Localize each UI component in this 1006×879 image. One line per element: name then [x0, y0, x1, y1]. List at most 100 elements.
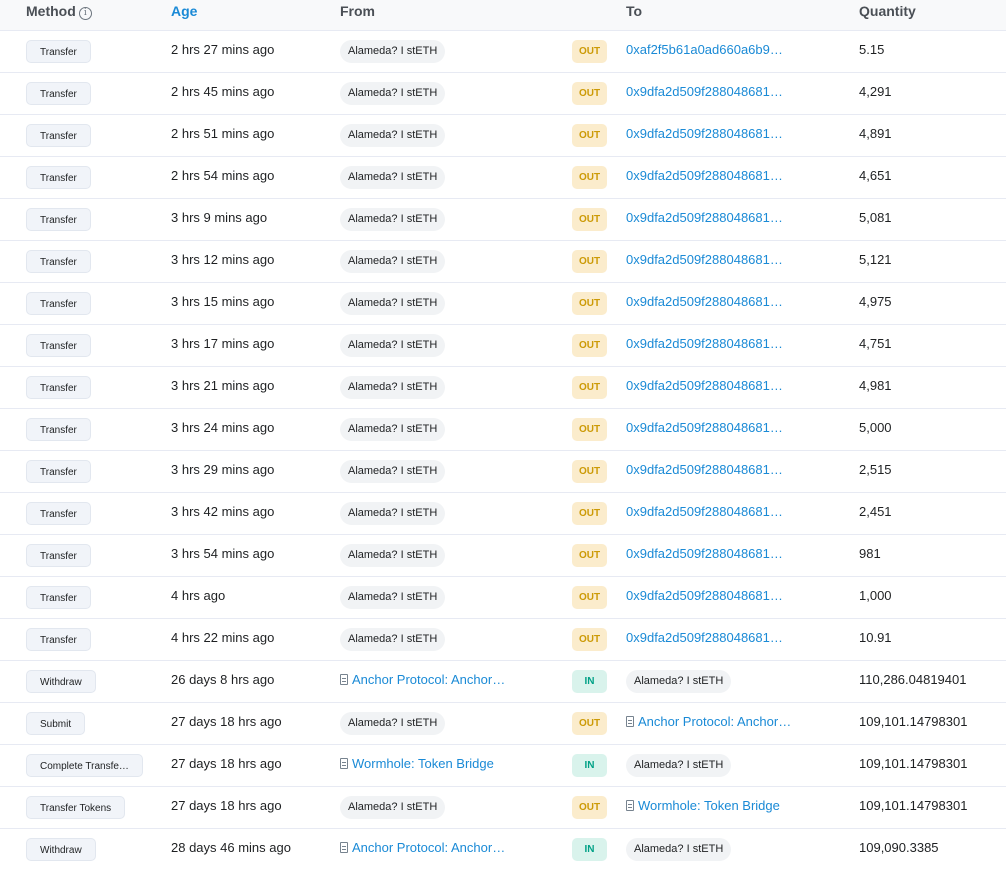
from-address-link[interactable]: Wormhole: Token Bridge	[340, 756, 494, 771]
method-badge[interactable]: Transfer	[26, 460, 91, 483]
method-badge[interactable]: Withdraw	[26, 838, 96, 861]
from-address-tag[interactable]: Alameda? I stETH	[340, 82, 446, 105]
direction-out-badge: OUT	[572, 712, 607, 735]
age-text: 3 hrs 21 mins ago	[171, 378, 275, 393]
to-address-text: 0x9dfa2d509f288048681…	[626, 630, 783, 645]
contract-file-icon	[340, 842, 348, 853]
to-address-link[interactable]: 0x9dfa2d509f288048681…	[626, 462, 783, 477]
quantity-value: 4,291	[859, 84, 892, 99]
contract-file-icon	[626, 800, 634, 811]
method-badge[interactable]: Transfer	[26, 292, 91, 315]
table-row: Withdraw 28 days 46 mins ago Anchor Protoc…	[0, 829, 1006, 870]
method-badge[interactable]: Transfer	[26, 40, 91, 63]
table-row: Transfer 4 hrs 22 mins ago Alameda? I stET…	[0, 619, 1006, 661]
from-address-tag[interactable]: Alameda? I stETH	[340, 418, 446, 441]
table-row: Transfer 3 hrs 21 mins ago Alameda? I stET…	[0, 367, 1006, 409]
from-address-tag[interactable]: Alameda? I stETH	[340, 628, 446, 651]
age-text: 2 hrs 27 mins ago	[171, 42, 275, 57]
method-badge[interactable]: Transfer	[26, 418, 91, 441]
method-badge[interactable]: Transfer	[26, 250, 91, 273]
to-address-link[interactable]: 0xaf2f5b61a0ad660a6b9…	[626, 42, 783, 57]
to-address-link[interactable]: 0x9dfa2d509f288048681…	[626, 588, 783, 603]
from-address-tag[interactable]: Alameda? I stETH	[340, 334, 446, 357]
to-address-text: 0x9dfa2d509f288048681…	[626, 168, 783, 183]
method-badge[interactable]: Transfer	[26, 586, 91, 609]
table-row: Transfer 2 hrs 27 mins ago Alameda? I stET…	[0, 31, 1006, 73]
method-badge[interactable]: Transfer	[26, 502, 91, 525]
quantity-value: 110,286.04819401	[859, 672, 967, 687]
age-text: 2 hrs 51 mins ago	[171, 126, 275, 141]
column-header-age[interactable]: Age	[171, 2, 197, 20]
method-badge[interactable]: Transfer	[26, 334, 91, 357]
method-badge[interactable]: Transfer	[26, 376, 91, 399]
from-address-tag[interactable]: Alameda? I stETH	[340, 292, 446, 315]
from-address-tag[interactable]: Alameda? I stETH	[340, 502, 446, 525]
to-address-link[interactable]: 0x9dfa2d509f288048681…	[626, 84, 783, 99]
direction-out-badge: OUT	[572, 292, 607, 315]
from-address-tag[interactable]: Alameda? I stETH	[340, 124, 446, 147]
to-address-link[interactable]: 0x9dfa2d509f288048681…	[626, 294, 783, 309]
from-address-tag[interactable]: Alameda? I stETH	[340, 208, 446, 231]
method-badge[interactable]: Transfer Tokens	[26, 796, 126, 819]
from-address-tag[interactable]: Alameda? I stETH	[340, 796, 446, 819]
age-text: 27 days 18 hrs ago	[171, 756, 282, 771]
method-badge[interactable]: Transfer	[26, 124, 91, 147]
from-address-tag[interactable]: Alameda? I stETH	[340, 586, 446, 609]
to-address-link[interactable]: 0x9dfa2d509f288048681…	[626, 252, 783, 267]
from-address-tag[interactable]: Alameda? I stETH	[340, 166, 446, 189]
direction-out-badge: OUT	[572, 628, 607, 651]
quantity-value: 109,101.14798301	[859, 714, 968, 729]
to-address-link[interactable]: 0x9dfa2d509f288048681…	[626, 168, 783, 183]
to-address-link[interactable]: 0x9dfa2d509f288048681…	[626, 504, 783, 519]
to-address-link[interactable]: Anchor Protocol: Anchor…	[626, 714, 791, 729]
table-row: Transfer 3 hrs 12 mins ago Alameda? I stET…	[0, 241, 1006, 283]
from-address-tag[interactable]: Alameda? I stETH	[340, 544, 446, 567]
direction-out-badge: OUT	[572, 418, 607, 441]
method-badge[interactable]: Transfer	[26, 544, 91, 567]
direction-out-badge: OUT	[572, 124, 607, 147]
to-address-link[interactable]: Wormhole: Token Bridge	[626, 798, 780, 813]
to-address-link[interactable]: 0x9dfa2d509f288048681…	[626, 210, 783, 225]
to-address-text: 0x9dfa2d509f288048681…	[626, 378, 783, 393]
from-address-tag[interactable]: Alameda? I stETH	[340, 250, 446, 273]
quantity-value: 4,975	[859, 294, 892, 309]
contract-file-icon	[626, 716, 634, 727]
to-address-link[interactable]: 0x9dfa2d509f288048681…	[626, 378, 783, 393]
method-badge[interactable]: Transfer	[26, 82, 91, 105]
from-address-tag[interactable]: Alameda? I stETH	[340, 712, 446, 735]
to-address-text: 0x9dfa2d509f288048681…	[626, 504, 783, 519]
age-text: 3 hrs 54 mins ago	[171, 546, 275, 561]
method-badge[interactable]: Transfer	[26, 166, 91, 189]
from-address-link[interactable]: Anchor Protocol: Anchor…	[340, 672, 505, 687]
to-address-link[interactable]: 0x9dfa2d509f288048681…	[626, 420, 783, 435]
age-text: 26 days 8 hrs ago	[171, 672, 275, 687]
method-badge[interactable]: Withdraw	[26, 670, 96, 693]
info-icon[interactable]: i	[78, 7, 92, 20]
quantity-value: 4,891	[859, 126, 892, 141]
to-address-text: 0x9dfa2d509f288048681…	[626, 588, 783, 603]
to-address-tag[interactable]: Alameda? I stETH	[626, 838, 732, 861]
method-badge[interactable]: Transfer	[26, 628, 91, 651]
to-address-text: 0x9dfa2d509f288048681…	[626, 336, 783, 351]
table-header: Method i Age From To Quantity	[0, 0, 1006, 31]
to-address-tag[interactable]: Alameda? I stETH	[626, 754, 732, 777]
method-badge[interactable]: Complete Transfe…	[26, 754, 143, 777]
to-address-link[interactable]: 0x9dfa2d509f288048681…	[626, 336, 783, 351]
table-row: Transfer 3 hrs 9 mins ago Alameda? I stETH…	[0, 199, 1006, 241]
method-badge[interactable]: Transfer	[26, 208, 91, 231]
quantity-value: 109,101.14798301	[859, 756, 968, 771]
to-address-link[interactable]: 0x9dfa2d509f288048681…	[626, 630, 783, 645]
from-address-text: Anchor Protocol: Anchor…	[352, 672, 506, 687]
to-address-tag[interactable]: Alameda? I stETH	[626, 670, 732, 693]
from-address-tag[interactable]: Alameda? I stETH	[340, 376, 446, 399]
from-address-link[interactable]: Anchor Protocol: Anchor…	[340, 840, 505, 855]
from-address-tag[interactable]: Alameda? I stETH	[340, 40, 446, 63]
direction-out-badge: OUT	[572, 460, 607, 483]
to-address-link[interactable]: 0x9dfa2d509f288048681…	[626, 546, 783, 561]
table-row: Transfer Tokens 27 days 18 hrs ago Alameda…	[0, 787, 1006, 829]
method-badge[interactable]: Submit	[26, 712, 86, 735]
age-text: 3 hrs 29 mins ago	[171, 462, 275, 477]
from-address-tag[interactable]: Alameda? I stETH	[340, 460, 446, 483]
to-address-link[interactable]: 0x9dfa2d509f288048681…	[626, 126, 783, 141]
to-address-text: Anchor Protocol: Anchor…	[638, 714, 792, 729]
